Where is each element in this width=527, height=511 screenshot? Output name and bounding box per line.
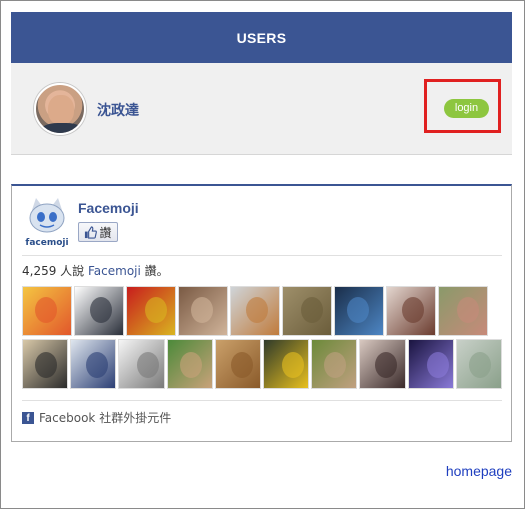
fan-photo-subject	[137, 352, 160, 378]
fan-thumbnail[interactable]	[263, 339, 310, 389]
user-bar: 沈政達 login	[11, 63, 512, 155]
facemoji-logo[interactable]: facemoji	[24, 196, 70, 250]
fan-thumbnail[interactable]	[407, 339, 454, 389]
avatar-shirt	[40, 123, 84, 133]
fan-thumbnail[interactable]	[22, 286, 72, 336]
fan-photo-subject	[246, 297, 268, 323]
fb-footer-link[interactable]: Facebook 社群外掛元件	[39, 409, 171, 426]
fan-photo-subject	[301, 297, 323, 323]
fan-thumbnail[interactable]	[359, 339, 406, 389]
fan-thumbnail[interactable]	[126, 286, 176, 336]
fan-photo-subject	[230, 352, 253, 378]
fan-photo-subject	[426, 352, 449, 378]
fan-photo-subject	[402, 297, 424, 323]
fan-photo-subject	[35, 297, 57, 323]
like-count: 4,259 人說	[22, 264, 85, 278]
like-count-page-link[interactable]: Facemoji	[88, 264, 141, 278]
fan-thumbnail[interactable]	[118, 339, 165, 389]
fan-thumbnail[interactable]	[282, 286, 332, 336]
fan-photo-subject	[324, 352, 347, 378]
login-button[interactable]: login	[444, 99, 489, 118]
fan-thumbnail[interactable]	[311, 339, 358, 389]
fan-photo-subject	[145, 297, 167, 323]
fan-photo-subject	[179, 352, 202, 378]
fan-photo-subject	[347, 297, 369, 323]
like-count-suffix: 讚。	[144, 264, 169, 278]
avatar-face	[48, 95, 74, 125]
fan-thumbnail[interactable]	[230, 286, 280, 336]
fan-faces-grid	[22, 286, 503, 392]
like-count-line: 4,259 人說 Facemoji 讚。	[22, 262, 169, 279]
fan-photo-subject	[86, 352, 109, 378]
fan-row	[22, 339, 503, 389]
facebook-icon: f	[22, 411, 34, 424]
fan-thumbnail[interactable]	[22, 339, 69, 389]
fan-thumbnail[interactable]	[70, 339, 117, 389]
fan-photo-subject	[191, 297, 213, 323]
fan-thumbnail[interactable]	[74, 286, 124, 336]
fan-thumbnail[interactable]	[214, 339, 262, 389]
svg-text:facemoji: facemoji	[25, 238, 68, 248]
login-highlight-box: login	[424, 79, 501, 133]
header-title: USERS	[236, 29, 287, 46]
fan-thumbnail[interactable]	[455, 339, 503, 389]
fan-photo-subject	[468, 352, 491, 378]
facebook-like-box: facemoji Facemoji 讚 4,259 人說 Facemoji 讚。…	[11, 184, 512, 442]
fan-thumbnail[interactable]	[166, 339, 213, 389]
thumbs-up-icon	[85, 225, 98, 239]
fan-thumbnail[interactable]	[386, 286, 436, 336]
fan-photo-subject	[282, 352, 305, 378]
users-header: USERS	[11, 12, 512, 63]
fb-page-header: facemoji Facemoji 讚	[22, 194, 502, 256]
fan-photo-subject	[35, 352, 57, 378]
fan-thumbnail[interactable]	[438, 286, 488, 336]
fan-row	[22, 286, 502, 336]
fan-thumbnail[interactable]	[178, 286, 228, 336]
fan-thumbnail[interactable]	[334, 286, 384, 336]
like-button[interactable]: 讚	[78, 222, 118, 242]
fan-photo-subject	[457, 297, 479, 323]
user-name[interactable]: 沈政達	[97, 100, 139, 120]
fb-page-name[interactable]: Facemoji	[78, 200, 139, 216]
avatar[interactable]	[34, 83, 86, 135]
like-label: 讚	[99, 225, 112, 240]
homepage-link[interactable]: homepage	[446, 463, 512, 479]
fb-footer: f Facebook 社群外掛元件	[22, 400, 502, 426]
fan-photo-subject	[90, 297, 112, 323]
fan-photo-subject	[375, 352, 398, 378]
